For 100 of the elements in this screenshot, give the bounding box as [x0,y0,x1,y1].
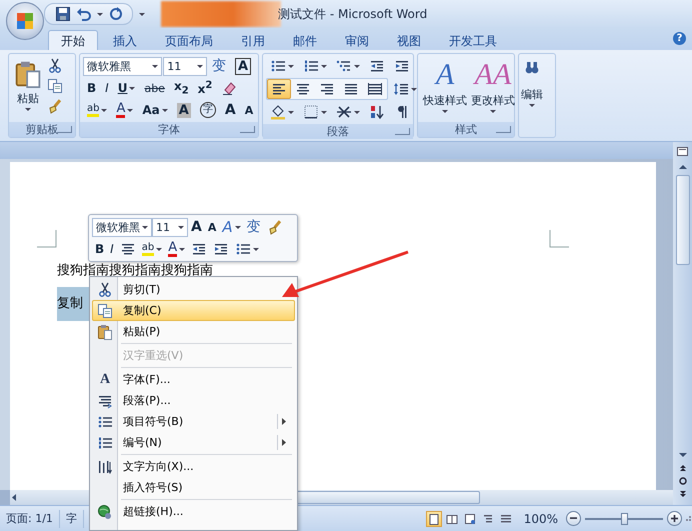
strikethrough-button[interactable]: abe [140,78,169,98]
phonetic-guide-button[interactable]: 变 [208,56,230,76]
office-button[interactable] [6,2,44,40]
office-logo-icon [15,11,35,31]
underline-button[interactable]: U [114,78,140,98]
bulleted-list-icon [235,241,252,257]
font-name-field[interactable]: 微软雅黑 [83,56,162,76]
page-icon [500,512,512,524]
font-size-field[interactable]: 11 [163,56,207,76]
dialog-launcher-icon[interactable] [240,126,255,133]
font-menu-item[interactable]: A 字体(F)... [92,369,295,390]
paintbrush-icon[interactable] [47,98,63,114]
word-count[interactable]: 字 [60,510,84,528]
dialog-launcher-icon[interactable] [496,126,511,133]
hyperlink-menu-item[interactable]: 超链接(H)... [92,501,295,522]
change-styles-button[interactable]: AA 更改样式 [469,56,517,120]
ribbon-tab[interactable]: 引用 [228,30,278,50]
bold-button[interactable]: B [92,239,108,259]
copy-icon [97,302,113,318]
quick-styles-button[interactable]: A 快速样式 [421,56,469,120]
paragraph-menu-item[interactable]: 段落(P)... [92,390,295,411]
paste-button[interactable]: 粘贴 [12,56,44,120]
bulleted-list-icon [270,58,286,74]
group-label: 样式 [454,122,478,137]
change-case-button[interactable]: Aa [138,100,172,120]
decrease-indent-icon[interactable] [191,241,208,257]
scrollbar-thumb[interactable] [676,175,690,265]
grow-font-button[interactable]: A [220,100,240,120]
highlight-button[interactable]: ab [138,239,166,259]
cross-lines-icon [336,104,352,120]
dialog-launcher-icon[interactable] [395,128,410,135]
grow-font-button[interactable]: A [188,217,205,237]
shrink-font-button[interactable]: A [204,217,220,237]
page-icon [482,512,494,524]
window-title: 测试文件 - Microsoft Word [278,6,428,23]
ribbon-tab[interactable]: 开发工具 [436,30,510,50]
character-shading-button[interactable]: A [172,100,195,120]
ribbon-tab[interactable]: 插入 [100,30,150,50]
ribbon-tab[interactable]: 视图 [384,30,434,50]
vertical-scrollbar[interactable] [673,142,692,505]
scissors-icon [97,282,113,298]
ribbon-tab[interactable]: 开始 [48,30,98,50]
border-icon [303,104,319,120]
bold-button[interactable]: B [83,78,100,98]
font-color-button[interactable]: A [112,100,138,120]
superscript-button[interactable]: x$^{2}$ [194,78,216,98]
align-center-icon[interactable] [120,241,136,257]
zoom-slider-thumb[interactable] [621,512,628,524]
help-button[interactable]: ? [673,32,686,45]
save-icon[interactable] [55,6,71,22]
ribbon-tab[interactable]: 页面布局 [152,30,226,50]
decrease-indent-icon[interactable] [369,58,385,74]
align-left-button[interactable] [267,79,291,99]
eraser-icon[interactable] [221,80,238,96]
zoom-in-button[interactable] [667,511,682,526]
font-color-button[interactable]: A [165,239,188,259]
scissors-icon[interactable] [47,58,63,74]
font-size-field[interactable]: 11 [152,218,188,236]
scroll-up-icon[interactable] [676,162,688,171]
scroll-down-icon[interactable] [676,450,688,459]
text-direction-menu-item[interactable]: 文字方向(X)... [92,456,295,477]
subscript-button[interactable]: x$_{2}$ [170,78,193,98]
align-right-icon [319,81,335,97]
undo-icon[interactable] [76,6,92,22]
copy-menu-item[interactable]: 复制(C) [92,300,295,321]
copy-icon[interactable] [47,78,63,94]
italic-button[interactable]: I [107,239,117,259]
styles-button[interactable]: A [219,217,244,237]
bulleted-list-icon [97,414,113,430]
print-layout-button[interactable] [426,510,442,526]
page-icon [464,512,476,524]
phonetic-guide-button[interactable]: 变 [244,217,264,237]
increase-indent-icon[interactable] [213,241,230,257]
group-label: 段落 [326,124,350,139]
plus-icon [670,514,679,523]
ribbon-tab[interactable]: 审阅 [332,30,382,50]
paintbrush-icon[interactable] [266,219,283,235]
ruler-toggle-icon[interactable] [676,145,689,158]
redo-icon[interactable] [108,6,124,22]
browse-object-icon[interactable] [676,476,688,486]
clipboard-icon [97,324,113,340]
shrink-font-button[interactable]: A [240,100,258,120]
binoculars-icon [524,59,540,75]
group-label: 字体 [157,122,181,137]
italic-button[interactable]: I [101,78,113,98]
margin-corner-mark [37,230,57,248]
zoom-out-button[interactable] [566,511,581,526]
dialog-launcher-icon[interactable] [57,126,72,133]
sort-icon[interactable] [369,104,385,120]
document-text: 搜狗指南搜狗指南搜狗指南 [57,262,213,280]
bullets-menu-item[interactable]: 项目符号(B) [92,411,295,432]
font-name-field[interactable]: 微软雅黑 [92,218,152,236]
ribbon-tab[interactable]: 邮件 [280,30,330,50]
highlight-button[interactable]: ab [83,100,112,120]
numbered-list-icon [97,434,113,450]
group-label: 剪贴板 [24,122,60,137]
clipboard-icon [14,59,42,89]
increase-indent-icon[interactable] [394,58,410,74]
multilevel-list-icon [336,58,352,74]
zoom-level[interactable]: 100% [524,512,558,526]
